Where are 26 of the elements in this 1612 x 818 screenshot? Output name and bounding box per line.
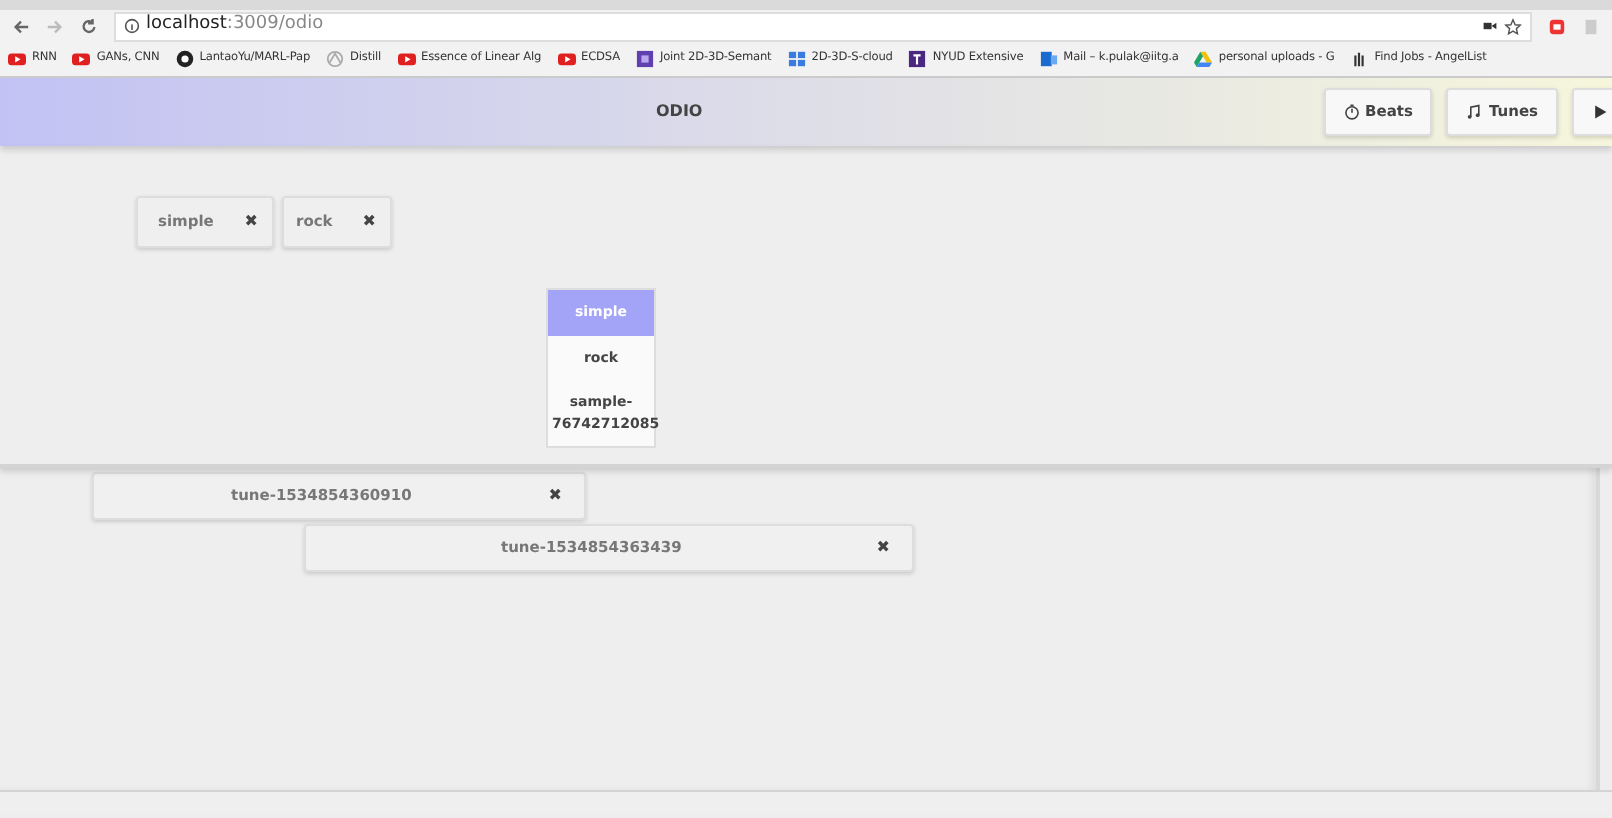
- close-button[interactable]: ✖: [876, 536, 890, 560]
- reload-icon: [80, 17, 98, 35]
- video-icon: [72, 50, 91, 68]
- forward-icon: [46, 17, 64, 35]
- music-note-icon: [1466, 104, 1483, 120]
- address-bar[interactable]: localhost:3009/odio: [114, 11, 1532, 41]
- video-icon: [397, 50, 416, 68]
- play-button[interactable]: [1572, 88, 1612, 136]
- drive-icon: [1194, 50, 1213, 68]
- info-icon: [124, 18, 140, 34]
- close-button[interactable]: ✖: [244, 210, 258, 234]
- mail-icon: [1039, 50, 1058, 68]
- close-button[interactable]: ✖: [548, 484, 562, 508]
- video-icon: [8, 50, 26, 68]
- url-text: localhost:3009/odio: [146, 12, 324, 39]
- timer-icon: [1343, 104, 1360, 120]
- grid-icon: [787, 50, 806, 68]
- camera-icon: [1482, 18, 1498, 34]
- star-icon: [1504, 17, 1522, 35]
- app-title: ODIO: [656, 100, 703, 124]
- circle-icon: [326, 50, 345, 68]
- square-icon: [635, 50, 654, 68]
- close-button[interactable]: ✖: [362, 210, 376, 234]
- play-icon: [1592, 104, 1608, 120]
- video-icon: [557, 50, 576, 68]
- back-icon: [12, 17, 30, 35]
